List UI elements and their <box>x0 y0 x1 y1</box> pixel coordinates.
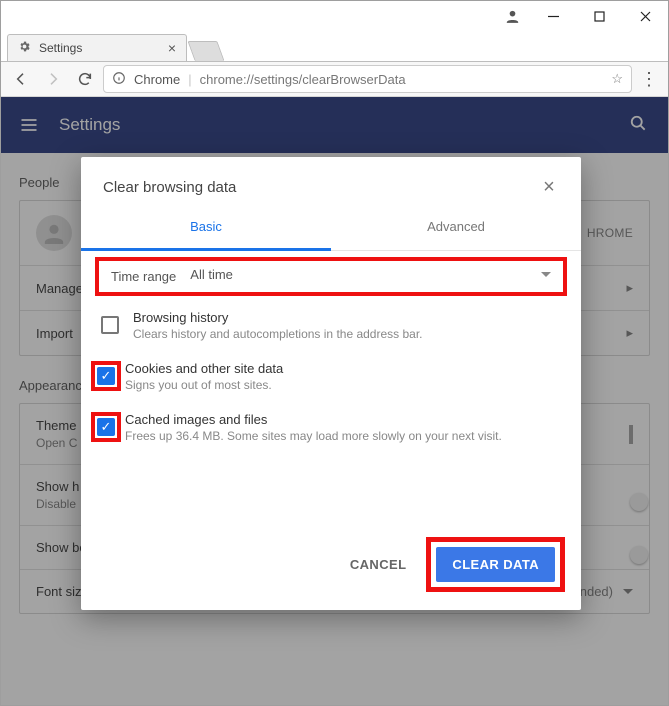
browser-toolbar: Chrome | chrome://settings/clearBrowserD… <box>1 61 668 97</box>
window-maximize-button[interactable] <box>576 1 622 31</box>
checkbox-cookies[interactable]: ✓ <box>97 367 115 385</box>
chevron-down-icon <box>541 272 551 277</box>
time-range-label: Time range <box>111 269 176 284</box>
gear-icon <box>18 40 31 56</box>
browser-tab-settings[interactable]: Settings × <box>7 34 187 61</box>
window-titlebar <box>1 1 668 31</box>
clear-data-highlight: CLEAR DATA <box>426 537 565 592</box>
tab-title: Settings <box>39 41 82 55</box>
forward-button[interactable] <box>39 65 67 93</box>
clear-browsing-data-dialog: Clear browsing data × Basic Advanced Tim… <box>81 157 581 610</box>
tab-advanced[interactable]: Advanced <box>331 207 581 251</box>
cancel-button[interactable]: CANCEL <box>340 549 417 580</box>
address-bar[interactable]: Chrome | chrome://settings/clearBrowserD… <box>103 65 632 93</box>
bookmark-star-icon[interactable]: ☆ <box>611 71 623 87</box>
browser-tabstrip: Settings × <box>1 31 668 61</box>
tab-basic[interactable]: Basic <box>81 207 331 251</box>
back-button[interactable] <box>7 65 35 93</box>
browser-menu-button[interactable]: ⋮ <box>636 69 662 90</box>
option-browsing-history[interactable]: Browsing history Clears history and auto… <box>81 300 581 351</box>
option-cookies[interactable]: ✓ Cookies and other site data Signs you … <box>81 351 581 402</box>
url-path: chrome://settings/clearBrowserData <box>200 72 406 87</box>
dialog-title: Clear browsing data <box>103 179 236 196</box>
checkbox-browsing-history[interactable] <box>101 316 119 334</box>
profile-icon[interactable] <box>494 1 530 31</box>
new-tab-button[interactable] <box>187 41 224 61</box>
checkbox-highlight: ✓ <box>91 361 121 391</box>
window-close-button[interactable] <box>622 1 668 31</box>
window-minimize-button[interactable] <box>530 1 576 31</box>
time-range-select[interactable]: All time <box>190 267 551 286</box>
site-info-icon[interactable] <box>112 71 126 88</box>
checkbox-highlight: ✓ <box>91 412 121 442</box>
clear-data-button[interactable]: CLEAR DATA <box>436 547 555 582</box>
dialog-close-button[interactable]: × <box>535 173 563 201</box>
tab-close-icon[interactable]: × <box>168 41 176 55</box>
reload-button[interactable] <box>71 65 99 93</box>
time-range-highlight: Time range All time <box>95 257 567 296</box>
checkbox-cached[interactable]: ✓ <box>97 418 115 436</box>
url-origin: Chrome <box>134 72 180 87</box>
option-cached[interactable]: ✓ Cached images and files Frees up 36.4 … <box>81 402 581 453</box>
